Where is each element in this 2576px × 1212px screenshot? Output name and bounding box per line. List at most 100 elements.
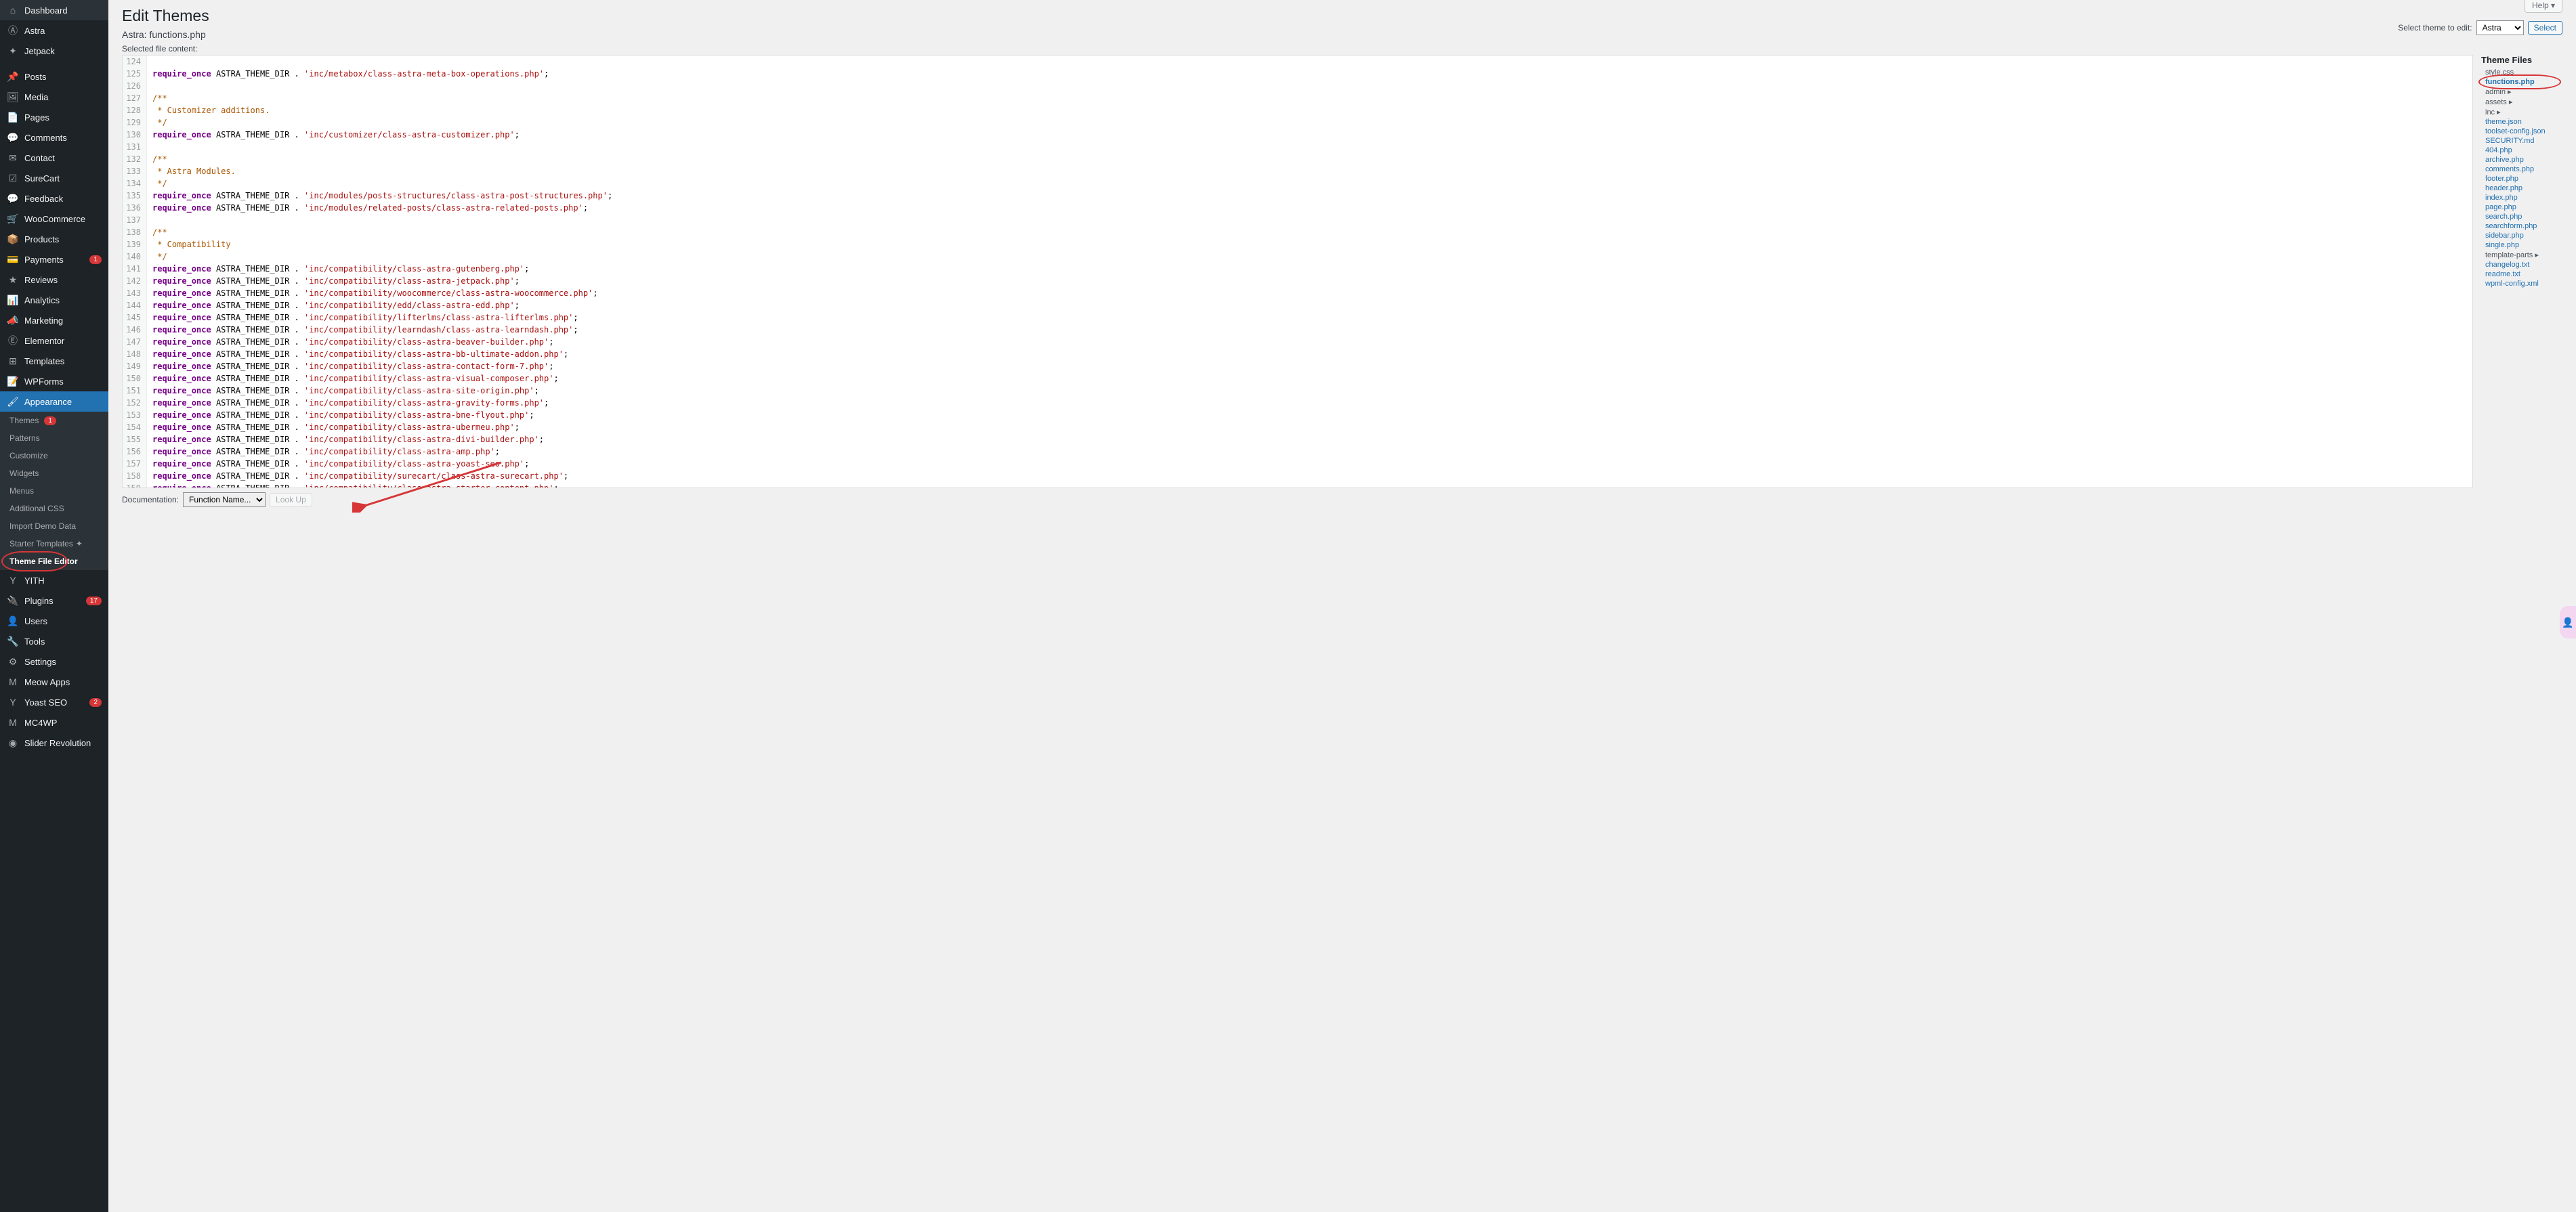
help-bubble-icon[interactable]: 👤 (2560, 606, 2576, 639)
file-tree-item[interactable]: single.php (2481, 240, 2562, 250)
theme-select[interactable]: Astra (2476, 20, 2524, 35)
menu-item-yith[interactable]: YYITH (0, 570, 108, 590)
submenu-item-customize[interactable]: Customize (0, 447, 108, 464)
menu-item-pages[interactable]: 📄Pages (0, 107, 108, 127)
menu-item-comments[interactable]: 💬Comments (0, 127, 108, 148)
menu-item-feedback[interactable]: 💬Feedback (0, 188, 108, 209)
code-line: 151require_once ASTRA_THEME_DIR . 'inc/c… (123, 385, 2472, 397)
file-tree-item[interactable]: assets ▸ (2481, 97, 2562, 107)
menu-icon: Ⓐ (7, 24, 19, 37)
code-line: 135require_once ASTRA_THEME_DIR . 'inc/m… (123, 190, 2472, 202)
menu-item-plugins[interactable]: 🔌Plugins17 (0, 590, 108, 611)
code-line: 158require_once ASTRA_THEME_DIR . 'inc/c… (123, 470, 2472, 482)
menu-icon: 📊 (7, 294, 19, 306)
menu-icon: 💬 (7, 131, 19, 144)
code-line: 137 (123, 214, 2472, 226)
menu-item-tools[interactable]: 🔧Tools (0, 631, 108, 651)
code-editor[interactable]: 124125require_once ASTRA_THEME_DIR . 'in… (122, 55, 2473, 488)
file-tree-item[interactable]: style.css (2481, 68, 2562, 77)
menu-item-woocommerce[interactable]: 🛒WooCommerce (0, 209, 108, 229)
menu-item-wpforms[interactable]: 📝WPForms (0, 371, 108, 391)
menu-icon: 🔌 (7, 594, 19, 607)
file-tree-item[interactable]: comments.php (2481, 165, 2562, 174)
lookup-button[interactable]: Look Up (270, 493, 312, 506)
menu-label: Templates (24, 356, 102, 366)
file-tree-item[interactable]: admin ▸ (2481, 87, 2562, 97)
menu-item-products[interactable]: 📦Products (0, 229, 108, 249)
code-line: 131 (123, 141, 2472, 153)
submenu-item-starter-templates[interactable]: Starter Templates ✦ (0, 535, 108, 553)
file-tree-item[interactable]: sidebar.php (2481, 231, 2562, 240)
code-line: 147require_once ASTRA_THEME_DIR . 'inc/c… (123, 336, 2472, 348)
file-tree-item[interactable]: header.php (2481, 183, 2562, 193)
menu-label: Settings (24, 657, 102, 667)
menu-item-contact[interactable]: ✉Contact (0, 148, 108, 168)
file-tree-item[interactable]: archive.php (2481, 155, 2562, 165)
menu-item-mc4wp[interactable]: MMC4WP (0, 712, 108, 733)
menu-label: Users (24, 616, 102, 626)
file-tree-item[interactable]: searchform.php (2481, 221, 2562, 231)
submenu-item-import-demo-data[interactable]: Import Demo Data (0, 517, 108, 535)
file-tree-item[interactable]: changelog.txt (2481, 260, 2562, 269)
documentation-select[interactable]: Function Name... (183, 492, 266, 507)
theme-select-label: Select theme to edit: (2398, 23, 2472, 33)
menu-item-slider-revolution[interactable]: ◉Slider Revolution (0, 733, 108, 753)
menu-item-settings[interactable]: ⚙Settings (0, 651, 108, 672)
menu-item-jetpack[interactable]: ✦Jetpack (0, 41, 108, 61)
menu-item-astra[interactable]: ⒶAstra (0, 20, 108, 41)
file-tree-item[interactable]: theme.json (2481, 117, 2562, 127)
menu-item-surecart[interactable]: ☑SureCart (0, 168, 108, 188)
menu-badge: 2 (89, 698, 102, 707)
menu-item-analytics[interactable]: 📊Analytics (0, 290, 108, 310)
submenu-item-additional-css[interactable]: Additional CSS (0, 500, 108, 517)
menu-label: Meow Apps (24, 677, 102, 687)
menu-label: Yoast SEO (24, 697, 81, 708)
file-tree-item[interactable]: functions.php (2481, 77, 2562, 87)
file-tree-item[interactable]: inc ▸ (2481, 107, 2562, 117)
file-tree-item[interactable]: template-parts ▸ (2481, 250, 2562, 260)
file-tree-item[interactable]: footer.php (2481, 174, 2562, 183)
file-tree-item[interactable]: readme.txt (2481, 269, 2562, 279)
menu-item-elementor[interactable]: ⒺElementor (0, 330, 108, 351)
file-tree-item[interactable]: 404.php (2481, 146, 2562, 155)
code-line: 154require_once ASTRA_THEME_DIR . 'inc/c… (123, 421, 2472, 433)
submenu-item-widgets[interactable]: Widgets (0, 464, 108, 482)
menu-item-payments[interactable]: 💳Payments1 (0, 249, 108, 269)
code-line: 134 */ (123, 177, 2472, 190)
code-line: 150require_once ASTRA_THEME_DIR . 'inc/c… (123, 372, 2472, 385)
select-button[interactable]: Select (2528, 21, 2562, 35)
file-tree-item[interactable]: toolset-config.json (2481, 127, 2562, 136)
menu-icon: 💳 (7, 253, 19, 265)
menu-item-media[interactable]: 🖼Media (0, 87, 108, 107)
documentation-row: Documentation: Function Name... Look Up (122, 492, 2473, 507)
menu-label: Jetpack (24, 46, 102, 56)
menu-label: WPForms (24, 376, 102, 387)
file-tree-item[interactable]: wpml-config.xml (2481, 279, 2562, 288)
menu-item-meow-apps[interactable]: MMeow Apps (0, 672, 108, 692)
menu-icon: Ⓔ (7, 334, 19, 347)
file-tree-item[interactable]: search.php (2481, 212, 2562, 221)
menu-label: Appearance (24, 397, 102, 407)
file-tree-item[interactable]: SECURITY.md (2481, 136, 2562, 146)
submenu-item-patterns[interactable]: Patterns (0, 429, 108, 447)
menu-item-marketing[interactable]: 📣Marketing (0, 310, 108, 330)
menu-item-appearance[interactable]: 🖌Appearance (0, 391, 108, 412)
menu-item-templates[interactable]: ⊞Templates (0, 351, 108, 371)
menu-item-users[interactable]: 👤Users (0, 611, 108, 631)
menu-item-posts[interactable]: 📌 Posts (0, 66, 108, 87)
menu-icon: 🛒 (7, 213, 19, 225)
menu-item-reviews[interactable]: ★Reviews (0, 269, 108, 290)
menu-item-yoast-seo[interactable]: YYoast SEO2 (0, 692, 108, 712)
help-button[interactable]: Help ▾ (2525, 0, 2562, 13)
menu-icon: 📌 (7, 70, 19, 83)
code-line: 138/** (123, 226, 2472, 238)
submenu-item-menus[interactable]: Menus (0, 482, 108, 500)
menu-icon: ★ (7, 274, 19, 286)
file-tree-item[interactable]: page.php (2481, 202, 2562, 212)
submenu-item-theme-file-editor[interactable]: Theme File Editor (0, 553, 108, 570)
submenu-item-themes[interactable]: Themes1 (0, 412, 108, 429)
menu-item-dashboard[interactable]: ⌂Dashboard (0, 0, 108, 20)
file-tree-item[interactable]: index.php (2481, 193, 2562, 202)
menu-label: Marketing (24, 316, 102, 326)
menu-label: Posts (24, 72, 102, 82)
